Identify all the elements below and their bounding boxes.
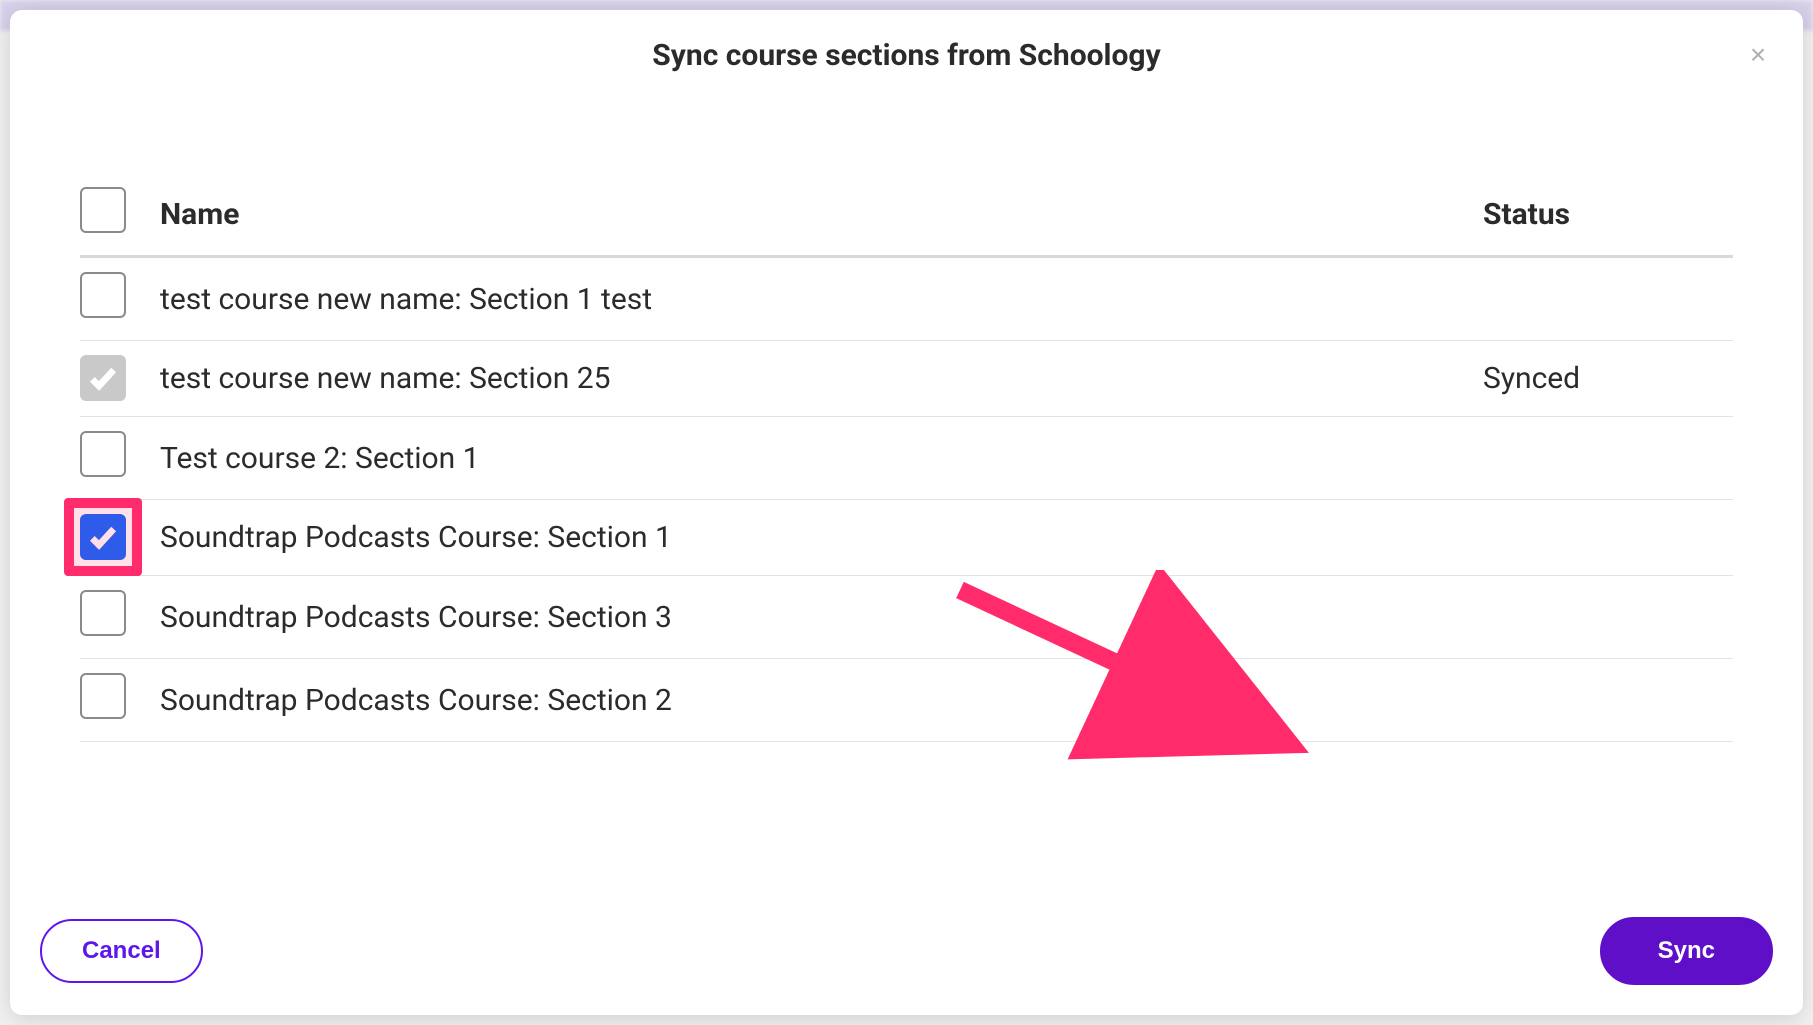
table-row: Soundtrap Podcasts Course: Section 1 <box>80 500 1733 576</box>
row-name: Soundtrap Podcasts Course: Section 2 <box>150 659 1473 742</box>
column-header-status: Status <box>1473 173 1733 257</box>
modal-title: Sync course sections from Schoology <box>652 38 1160 73</box>
row-checkbox <box>80 355 126 401</box>
row-checkbox[interactable] <box>80 514 126 560</box>
column-header-name: Name <box>150 173 1473 257</box>
sync-modal: Sync course sections from Schoology × Na… <box>10 10 1803 1015</box>
check-icon <box>87 362 119 394</box>
sections-table: Name Status test course new name: Sectio… <box>80 173 1733 742</box>
row-status <box>1473 257 1733 341</box>
row-status <box>1473 500 1733 576</box>
row-status <box>1473 576 1733 659</box>
row-name: Soundtrap Podcasts Course: Section 3 <box>150 576 1473 659</box>
modal-header: Sync course sections from Schoology × <box>10 10 1803 93</box>
row-name: Soundtrap Podcasts Course: Section 1 <box>150 500 1473 576</box>
modal-body: Name Status test course new name: Sectio… <box>10 93 1803 897</box>
select-all-checkbox[interactable] <box>80 187 126 233</box>
table-row: Soundtrap Podcasts Course: Section 3 <box>80 576 1733 659</box>
row-status <box>1473 417 1733 500</box>
table-row: test course new name: Section 25Synced <box>80 341 1733 417</box>
row-checkbox[interactable] <box>80 590 126 636</box>
sync-button[interactable]: Sync <box>1600 917 1773 985</box>
row-name: test course new name: Section 1 test <box>150 257 1473 341</box>
row-checkbox[interactable] <box>80 272 126 318</box>
row-name: test course new name: Section 25 <box>150 341 1473 417</box>
table-row: Test course 2: Section 1 <box>80 417 1733 500</box>
row-checkbox[interactable] <box>80 431 126 477</box>
close-button[interactable]: × <box>1743 40 1773 70</box>
row-checkbox[interactable] <box>80 673 126 719</box>
row-status <box>1473 659 1733 742</box>
row-name: Test course 2: Section 1 <box>150 417 1473 500</box>
table-row: test course new name: Section 1 test <box>80 257 1733 341</box>
check-icon <box>87 521 119 553</box>
modal-footer: Cancel Sync <box>10 897 1803 1015</box>
row-status: Synced <box>1473 341 1733 417</box>
table-row: Soundtrap Podcasts Course: Section 2 <box>80 659 1733 742</box>
close-icon: × <box>1750 41 1766 69</box>
cancel-button[interactable]: Cancel <box>40 919 203 983</box>
table-header-row: Name Status <box>80 173 1733 257</box>
